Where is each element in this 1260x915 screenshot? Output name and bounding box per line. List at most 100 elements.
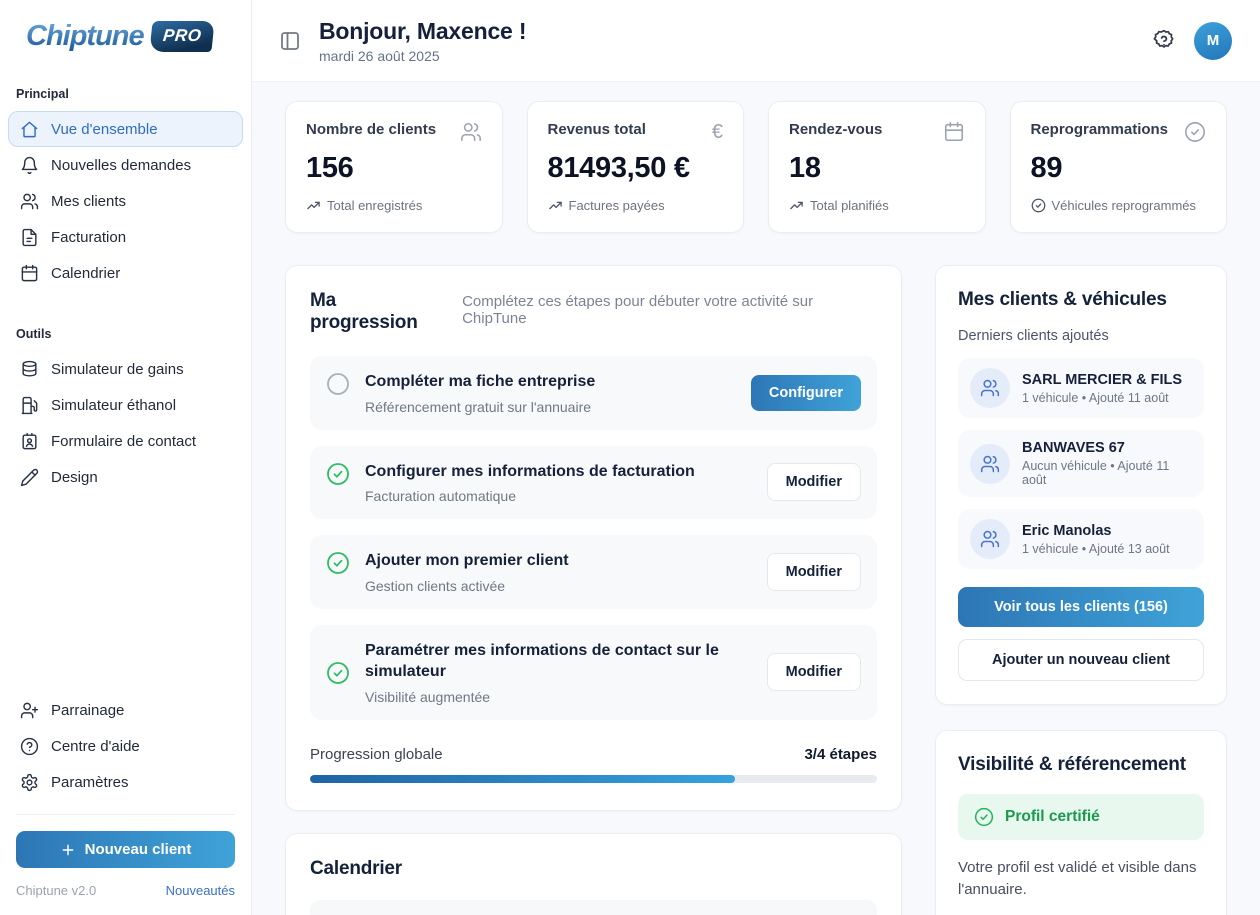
sidebar-item-label: Design — [51, 469, 98, 486]
stat-caption: Factures payées — [548, 198, 724, 213]
progress-bar-fill — [310, 775, 735, 783]
sidebar-item-simulateur-ethanol[interactable]: Simulateur éthanol — [8, 387, 243, 423]
sidebar-item-formulaire-contact[interactable]: Formulaire de contact — [8, 423, 243, 459]
calendar-toolbar-partial — [310, 900, 877, 915]
clients-panel: Mes clients & véhicules Derniers clients… — [935, 265, 1227, 705]
app-version: Chiptune v2.0 — [16, 883, 96, 898]
sidebar-item-parrainage[interactable]: Parrainage — [8, 692, 243, 728]
check-circle-icon — [974, 807, 994, 827]
sidebar-nav-bottom: Parrainage Centre d'aide Paramètres — [0, 692, 251, 800]
stat-title: Nombre de clients — [306, 121, 436, 138]
users-icon — [970, 444, 1010, 484]
configurer-button[interactable]: Configurer — [751, 375, 861, 411]
modifier-button[interactable]: Modifier — [767, 463, 861, 501]
help-badge-icon[interactable] — [1151, 28, 1177, 54]
users-icon — [460, 121, 482, 143]
client-name: Eric Manolas — [1022, 523, 1170, 539]
calendar-icon — [19, 263, 39, 283]
sidebar-toggle-icon[interactable] — [278, 29, 302, 53]
progress-label: Progression globale — [310, 746, 443, 763]
stat-title: Rendez-vous — [789, 121, 882, 138]
sidebar-item-label: Calendrier — [51, 265, 120, 282]
home-icon — [19, 119, 39, 139]
sidebar-item-label: Simulateur éthanol — [51, 397, 176, 414]
brand-name: Chiptune — [26, 20, 144, 53]
stat-value: 18 — [789, 152, 965, 185]
step-premier-client: Ajouter mon premier client Gestion clien… — [310, 535, 877, 609]
bell-icon — [19, 155, 39, 175]
add-new-client-button[interactable]: Ajouter un nouveau client — [958, 639, 1204, 681]
steps-list: Compléter ma fiche entreprise Référencem… — [310, 356, 877, 720]
sidebar: Chiptune PRO Principal Vue d'ensemble No… — [0, 0, 252, 915]
sidebar-item-facturation[interactable]: Facturation — [8, 219, 243, 255]
stat-value: 89 — [1031, 152, 1207, 185]
header: Bonjour, Maxence ! mardi 26 août 2025 M — [252, 0, 1260, 82]
sidebar-item-label: Vue d'ensemble — [51, 121, 158, 138]
client-list: SARL MERCIER & FILS 1 véhicule • Ajouté … — [958, 358, 1204, 569]
clients-panel-subtitle: Derniers clients ajoutés — [958, 328, 1204, 344]
content: Nombre de clients 156 Total enregistrés — [252, 82, 1260, 915]
sidebar-item-simulateur-gains[interactable]: Simulateur de gains — [8, 351, 243, 387]
client-row-banwaves[interactable]: BANWAVES 67 Aucun véhicule • Ajouté 11 a… — [958, 430, 1204, 497]
view-all-clients-button[interactable]: Voir tous les clients (156) — [958, 587, 1204, 627]
plus-icon — [60, 842, 76, 858]
avatar[interactable]: M — [1194, 22, 1232, 60]
client-row-sarl-mercier[interactable]: SARL MERCIER & FILS 1 véhicule • Ajouté … — [958, 358, 1204, 418]
new-client-button[interactable]: Nouveau client — [16, 831, 235, 868]
sidebar-item-label: Paramètres — [51, 774, 129, 791]
sidebar-item-parametres[interactable]: Paramètres — [8, 764, 243, 800]
header-date: mardi 26 août 2025 — [319, 48, 526, 64]
step-subtitle: Visibilité augmentée — [365, 689, 742, 705]
sidebar-item-nouvelles-demandes[interactable]: Nouvelles demandes — [8, 147, 243, 183]
sidebar-section-principal: Principal — [0, 87, 251, 101]
visibility-panel: Visibilité & référencement Profil certif… — [935, 730, 1227, 915]
sidebar-item-centre-aide[interactable]: Centre d'aide — [8, 728, 243, 764]
stat-card-reprogrammations: Reprogrammations 89 Véhicules reprogramm… — [1010, 101, 1228, 233]
sidebar-item-design[interactable]: Design — [8, 459, 243, 495]
progression-card: Ma progression Complétez ces étapes pour… — [285, 265, 902, 811]
right-column: Mes clients & véhicules Derniers clients… — [935, 265, 1227, 915]
client-meta: 1 véhicule • Ajouté 11 août — [1022, 391, 1182, 405]
sidebar-item-label: Nouvelles demandes — [51, 157, 191, 174]
pen-icon — [19, 467, 39, 487]
stat-card-rendez-vous: Rendez-vous 18 Total planifiés — [768, 101, 986, 233]
stat-caption: Total planifiés — [789, 198, 965, 213]
stat-title: Revenus total — [548, 121, 646, 138]
modifier-button[interactable]: Modifier — [767, 553, 861, 591]
sidebar-item-label: Mes clients — [51, 193, 126, 210]
whats-new-link[interactable]: Nouveautés — [166, 883, 235, 898]
check-circle-icon — [1184, 121, 1206, 143]
client-name: BANWAVES 67 — [1022, 440, 1192, 456]
sidebar-item-label: Centre d'aide — [51, 738, 140, 755]
certified-label: Profil certifié — [1005, 808, 1100, 826]
sidebar-item-calendrier[interactable]: Calendrier — [8, 255, 243, 291]
fuel-icon — [19, 395, 39, 415]
sidebar-item-vue-densemble[interactable]: Vue d'ensemble — [8, 111, 243, 147]
check-circle-icon — [326, 462, 350, 486]
progress-bar-track — [310, 775, 877, 783]
header-actions: M — [1151, 22, 1232, 60]
client-row-eric-manolas[interactable]: Eric Manolas 1 véhicule • Ajouté 13 août — [958, 509, 1204, 569]
sidebar-item-label: Parrainage — [51, 702, 124, 719]
gear-icon — [19, 772, 39, 792]
stat-caption: Total enregistrés — [306, 198, 482, 213]
main-area: Bonjour, Maxence ! mardi 26 août 2025 M … — [252, 0, 1260, 915]
euro-icon: € — [712, 121, 723, 143]
sidebar-item-mes-clients[interactable]: Mes clients — [8, 183, 243, 219]
invoice-icon — [19, 227, 39, 247]
step-subtitle: Gestion clients activée — [365, 578, 742, 594]
client-name: SARL MERCIER & FILS — [1022, 372, 1182, 388]
stat-value: 156 — [306, 152, 482, 185]
user-plus-icon — [19, 700, 39, 720]
sidebar-divider — [16, 814, 235, 815]
modifier-button[interactable]: Modifier — [767, 653, 861, 691]
calendar-title: Calendrier — [310, 858, 877, 880]
progression-subtitle: Complétez ces étapes pour débuter votre … — [462, 293, 877, 327]
contact-card-icon — [19, 431, 39, 451]
app-root: Chiptune PRO Principal Vue d'ensemble No… — [0, 0, 1260, 915]
sidebar-nav-principal: Vue d'ensemble Nouvelles demandes Mes cl… — [0, 111, 251, 291]
step-contact-simulateur: Paramétrer mes informations de contact s… — [310, 625, 877, 720]
progress-footer: Progression globale 3/4 étapes — [310, 746, 877, 783]
clients-panel-title: Mes clients & véhicules — [958, 289, 1204, 311]
step-title: Compléter ma fiche entreprise — [365, 371, 726, 393]
